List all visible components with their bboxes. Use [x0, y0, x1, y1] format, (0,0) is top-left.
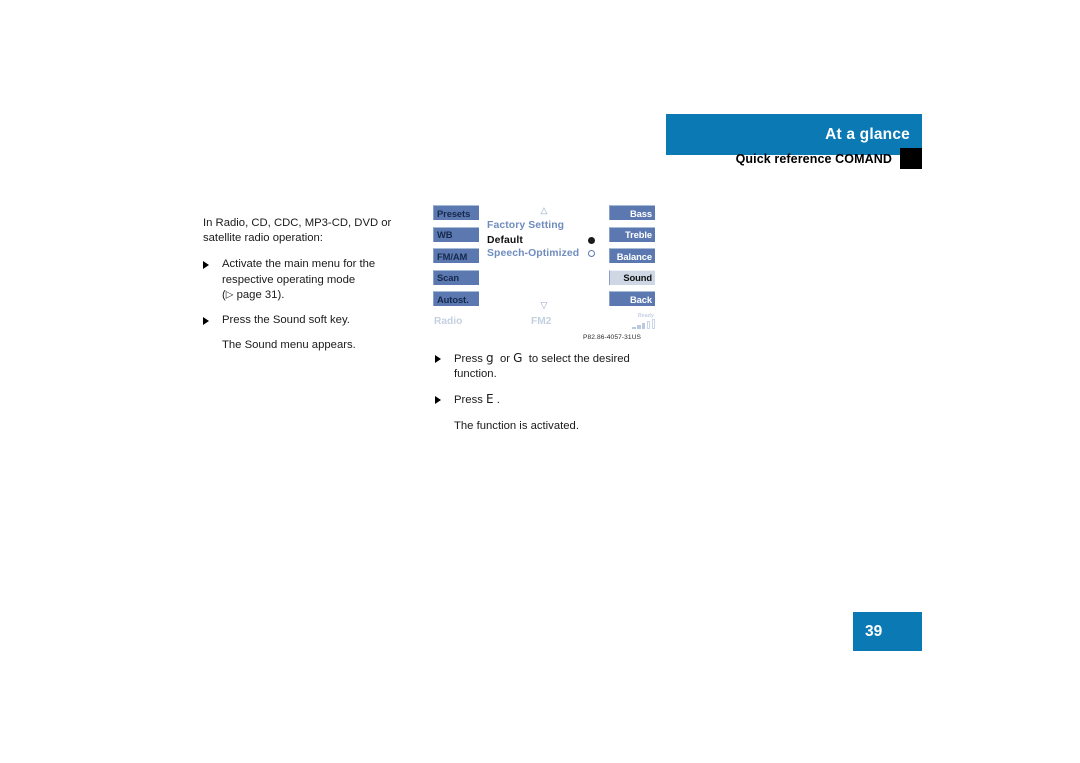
page-reference-arrow-icon: ▷ [225, 289, 234, 301]
list-item: Press g or G to select the desired funct… [435, 351, 655, 382]
left-soft-key-column: Presets WB FM/AM Scan Autost. [433, 205, 479, 313]
comand-screen-figure: Presets WB FM/AM Scan Autost. Bass Trebl… [433, 205, 655, 333]
radio-button-unselected-icon[interactable] [588, 249, 595, 257]
signal-bars-icon [632, 319, 655, 329]
soft-key-treble[interactable]: Treble [609, 226, 655, 242]
page-reference: (▷ page 31). [222, 288, 285, 301]
soft-key-bass[interactable]: Bass [609, 205, 655, 220]
soft-key-fm-am[interactable]: FM/AM [433, 248, 479, 264]
scroll-up-icon[interactable]: △ [541, 206, 548, 215]
list-item-label: Press the Sound soft key. [222, 314, 350, 327]
controller-glyph-right-icon: G [513, 351, 523, 365]
soft-key-balance[interactable]: Balance [609, 248, 655, 264]
page-title: At a glance [825, 125, 910, 143]
status-band-label: FM2 [531, 316, 552, 327]
page-number: 39 [865, 622, 883, 640]
radio-button-selected-icon[interactable] [588, 236, 595, 244]
list-item: Press E . [435, 392, 655, 408]
bullet-triangle-icon [203, 317, 209, 326]
status-source-label: Radio [434, 316, 463, 327]
menu-option-label: Default [487, 234, 523, 246]
controller-glyph-enter-icon: E [486, 392, 494, 407]
bullet-triangle-icon [435, 396, 441, 405]
controller-glyph-left-icon: g [486, 351, 494, 365]
scroll-down-icon[interactable]: ▽ [541, 301, 548, 310]
comand-status-bar: Radio FM2 Ready [433, 313, 655, 333]
list-item: Press the Sound soft key. [203, 313, 408, 328]
menu-option-speech-optimized[interactable]: Speech-Optimized [487, 246, 607, 260]
signal-indicator: Ready [632, 313, 655, 329]
soft-key-wb[interactable]: WB [433, 226, 479, 242]
menu-title: Factory Setting [487, 220, 565, 231]
menu-option-default[interactable]: Default [487, 233, 607, 247]
right-text-column: Press g or G to select the desired funct… [435, 351, 655, 444]
result-note: The function is activated. [454, 419, 579, 432]
soft-key-autostore[interactable]: Autost. [433, 291, 479, 307]
list-item: Activate the main menu for the respectiv… [203, 257, 408, 303]
subheader-row: Quick reference COMAND [666, 148, 922, 169]
figure-caption: P82.86-4057-31US [583, 334, 642, 341]
intro-paragraph: In Radio, CD, CDC, MP3-CD, DVD or satell… [203, 217, 392, 245]
soft-key-back[interactable]: Back [609, 291, 655, 307]
soft-key-sound[interactable]: Sound [609, 269, 655, 285]
bullet-triangle-icon [203, 261, 209, 270]
left-text-column: In Radio, CD, CDC, MP3-CD, DVD or satell… [203, 216, 408, 363]
page-number-box: 39 [853, 612, 922, 651]
result-note: The Sound menu appears. [222, 339, 356, 352]
menu-option-label: Speech-Optimized [487, 247, 580, 259]
list-item-label: Press E . [454, 392, 500, 407]
right-soft-key-column: Bass Treble Balance Sound Back [609, 205, 655, 313]
soft-key-scan[interactable]: Scan [433, 269, 479, 285]
bullet-triangle-icon [435, 355, 441, 363]
chapter-marker-square [900, 148, 922, 169]
comand-center-panel: △ Factory Setting Default Speech-Optimiz… [479, 205, 609, 313]
soft-key-presets[interactable]: Presets [433, 205, 479, 220]
subheader-title: Quick reference COMAND [735, 151, 892, 166]
list-item-label: Activate the main menu for the respectiv… [222, 258, 376, 286]
list-item-label: Press g or G to select the desired funct… [454, 351, 630, 381]
